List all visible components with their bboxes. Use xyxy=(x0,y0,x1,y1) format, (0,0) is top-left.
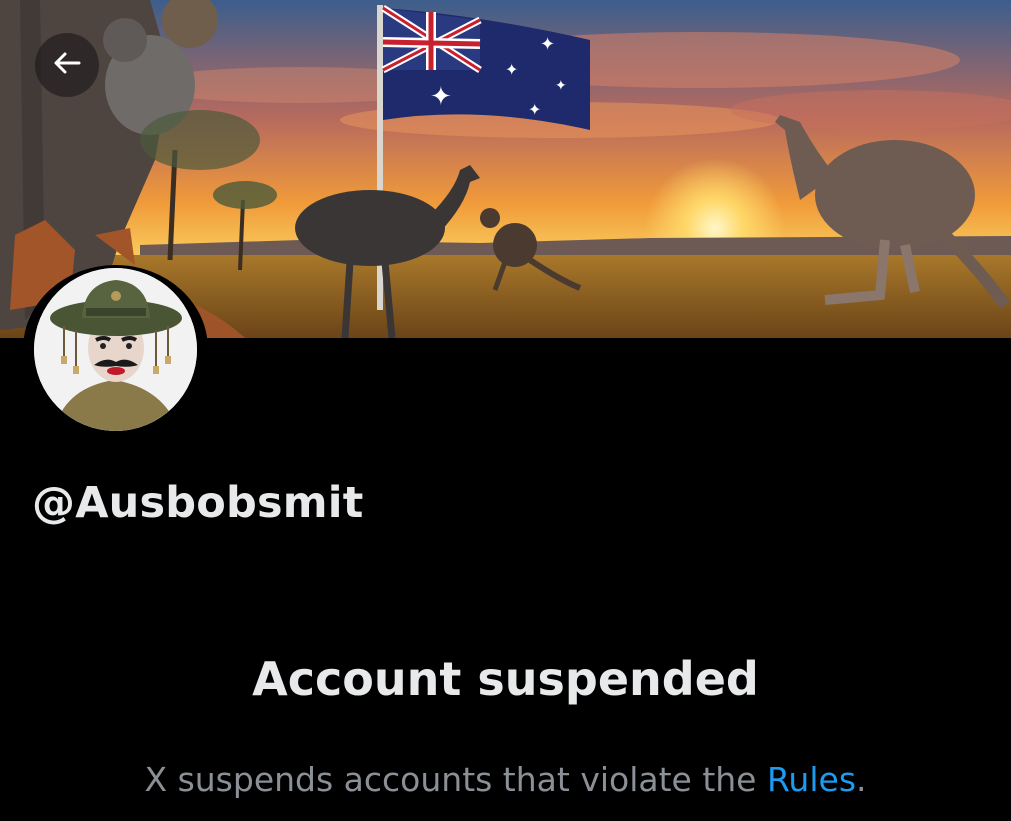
rules-link[interactable]: Rules xyxy=(767,760,856,799)
profile-avatar[interactable] xyxy=(23,265,208,433)
arrow-left-icon xyxy=(51,47,83,83)
svg-text:✦: ✦ xyxy=(430,82,452,112)
svg-text:✦: ✦ xyxy=(528,100,541,119)
suspended-title: Account suspended xyxy=(252,652,759,706)
profile-handle: @Ausbobsmit xyxy=(32,478,364,528)
svg-text:✦: ✦ xyxy=(555,78,567,94)
svg-text:✦: ✦ xyxy=(540,34,555,55)
avatar-image xyxy=(34,267,197,431)
suspended-message-text: X suspends accounts that violate the xyxy=(144,760,767,799)
svg-text:✦: ✦ xyxy=(505,60,518,79)
suspended-message: X suspends accounts that violate the Rul… xyxy=(0,760,1011,799)
suspended-message-suffix: . xyxy=(856,760,867,799)
back-button[interactable] xyxy=(35,33,99,97)
